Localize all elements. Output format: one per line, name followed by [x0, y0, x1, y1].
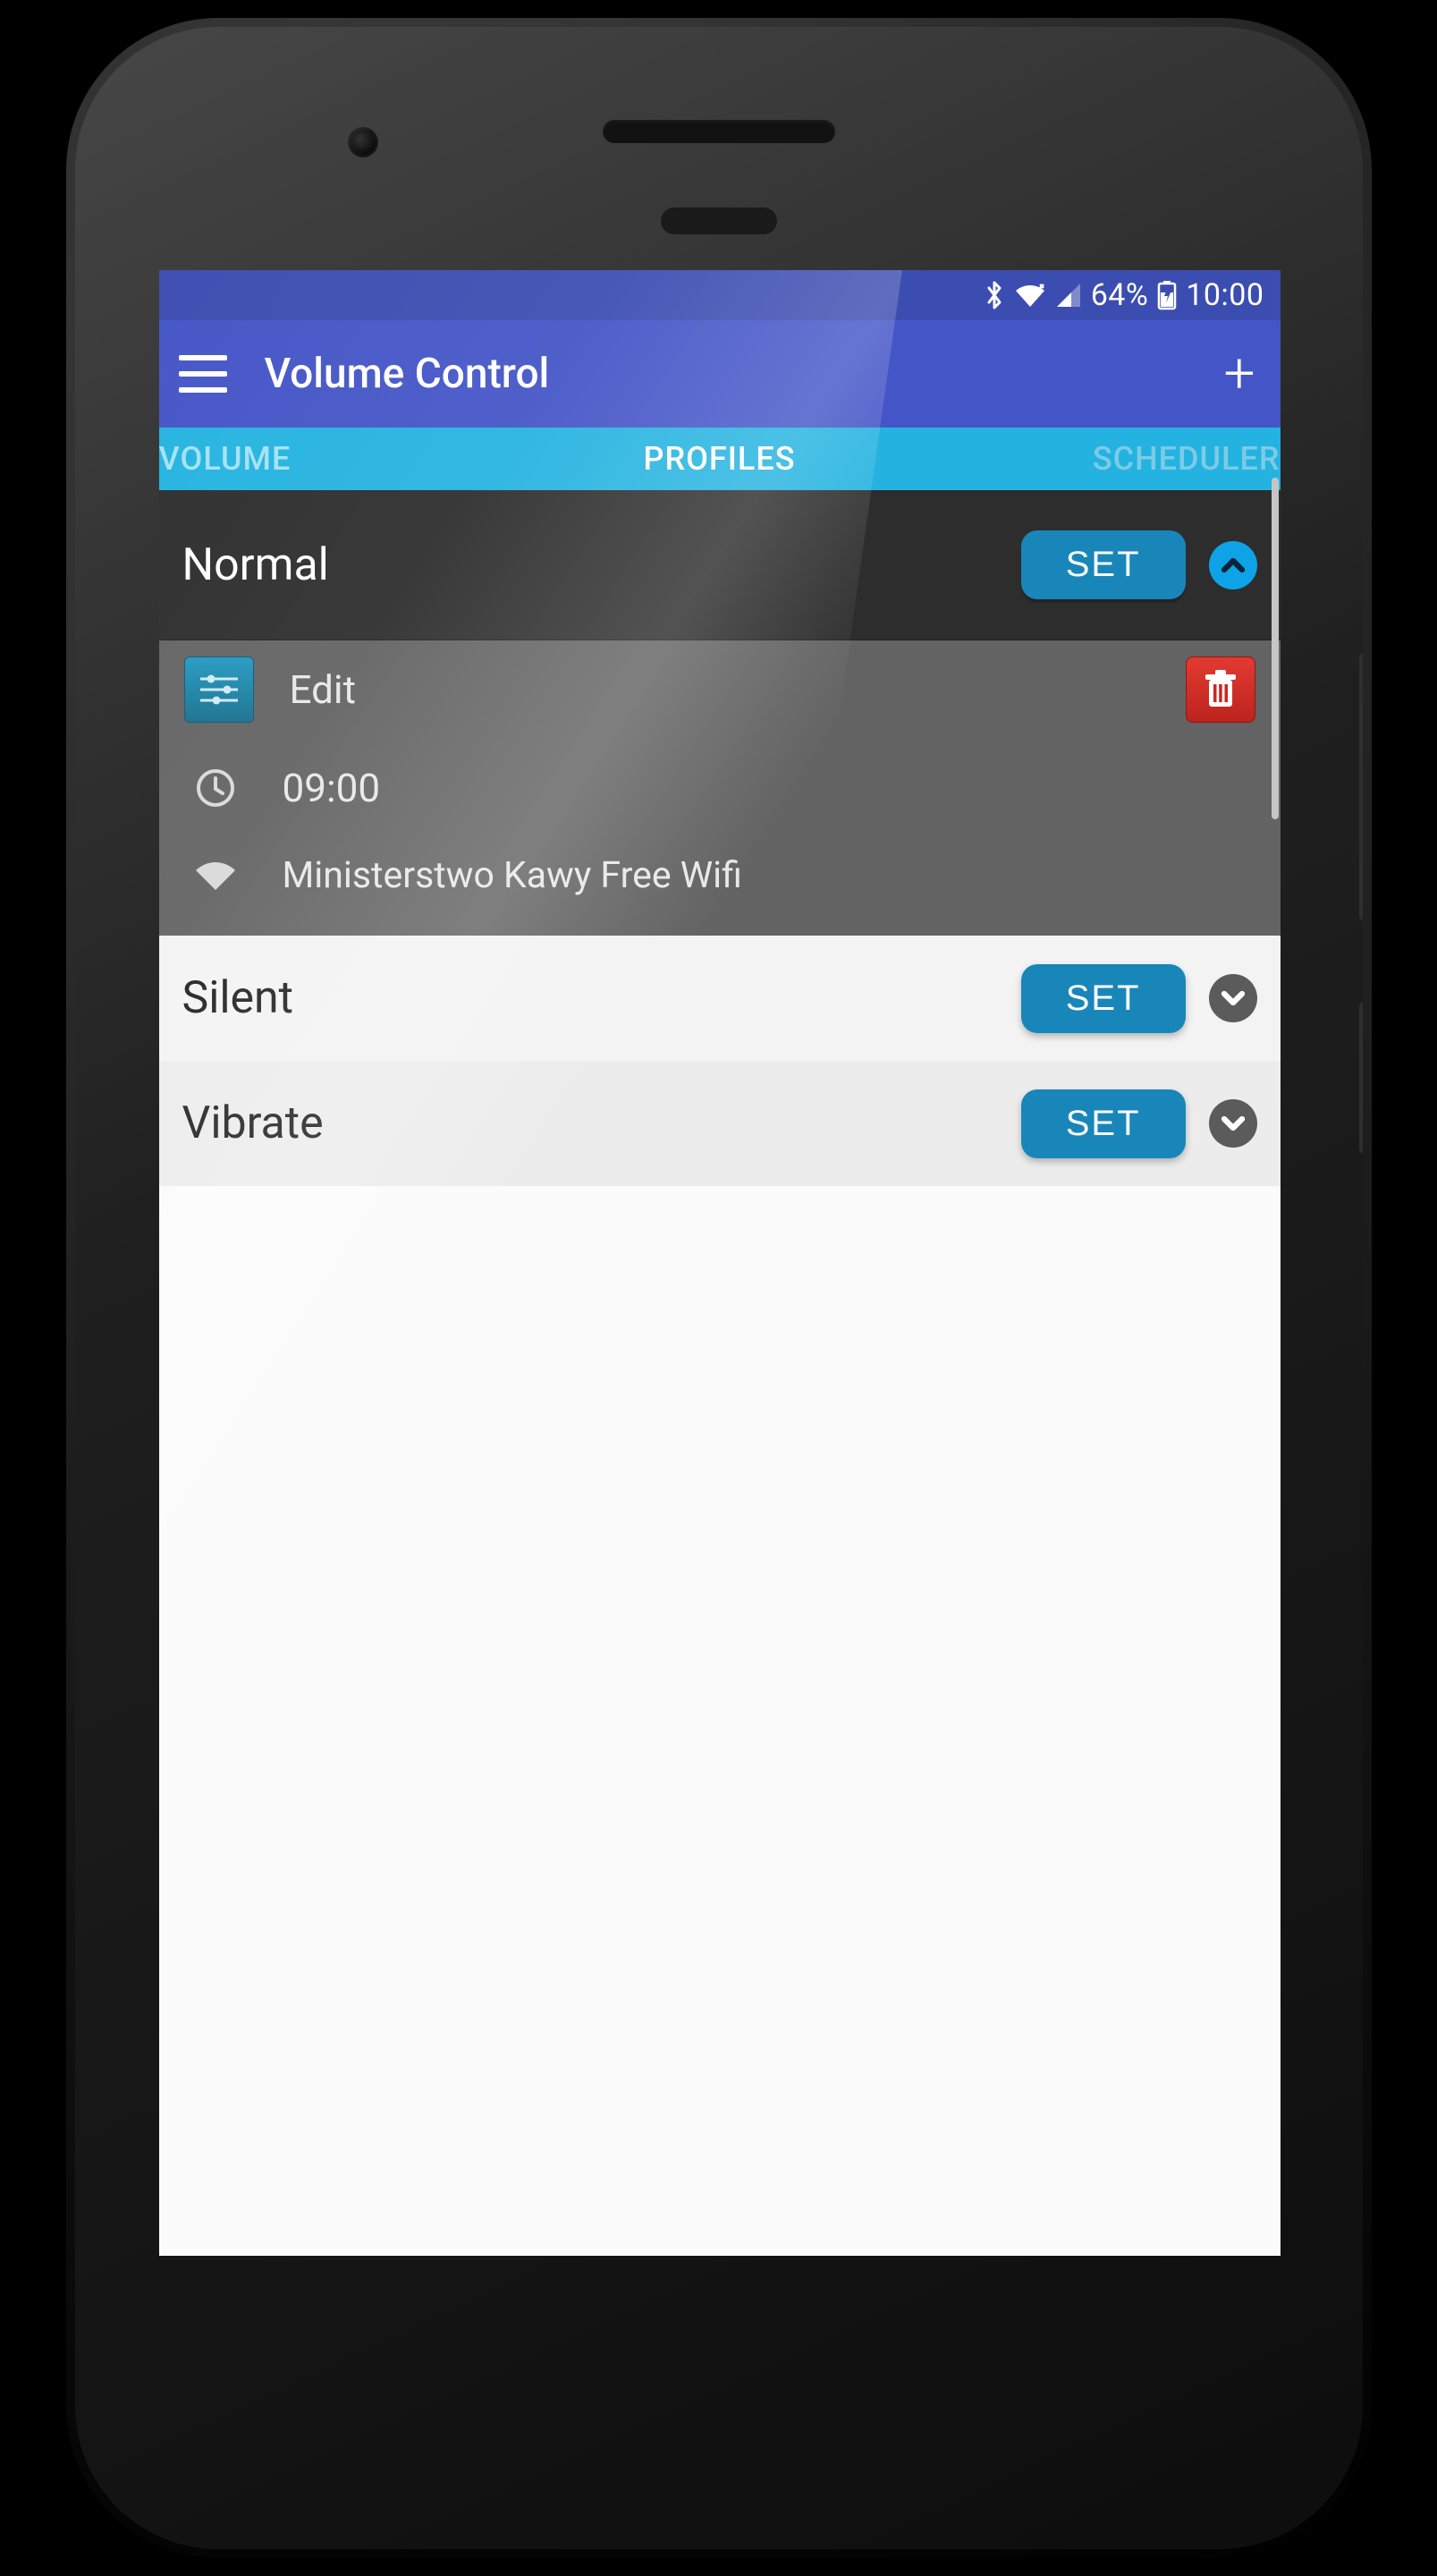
battery-icon	[1157, 280, 1177, 310]
profile-normal-expanded: Edit	[159, 640, 1281, 936]
wifi-label: Ministerstwo Kawy Free Wifi	[283, 854, 742, 897]
chevron-down-icon	[1220, 1110, 1247, 1137]
app-bar: Volume Control +	[159, 320, 1281, 428]
expand-button-vibrate[interactable]	[1209, 1099, 1257, 1148]
bluetooth-icon	[984, 279, 1005, 311]
scrollbar[interactable]	[1272, 478, 1279, 819]
chevron-up-icon	[1220, 552, 1247, 579]
profile-name-vibrate: Vibrate	[182, 1097, 998, 1149]
profile-row-silent: Silent SET	[159, 936, 1281, 1061]
profile-name-normal: Normal	[182, 539, 998, 591]
sliders-icon	[184, 657, 254, 723]
screen: 64% 10:00	[159, 270, 1281, 2256]
phone-inner: 64% 10:00	[75, 27, 1363, 2549]
set-button-silent[interactable]: SET	[1021, 964, 1186, 1033]
chevron-down-icon	[1220, 985, 1247, 1012]
sensor-slot	[661, 208, 777, 234]
expand-button-silent[interactable]	[1209, 974, 1257, 1022]
trash-icon	[1202, 669, 1239, 710]
front-camera	[348, 127, 378, 157]
delete-button[interactable]	[1186, 657, 1255, 723]
speaker-slot	[603, 120, 835, 143]
profile-row-vibrate: Vibrate SET	[159, 1061, 1281, 1186]
wifi-small-icon	[184, 846, 247, 905]
phone-frame: 64% 10:00	[66, 18, 1372, 2558]
side-button-power	[1359, 1002, 1363, 1154]
empty-area	[159, 1186, 1281, 2256]
tab-bar: VOLUME PROFILES SCHEDULER	[159, 428, 1281, 490]
edit-label: Edit	[290, 666, 357, 713]
wifi-row[interactable]: Ministerstwo Kawy Free Wifi	[159, 837, 1281, 936]
tab-scheduler[interactable]: SCHEDULER	[909, 440, 1281, 478]
clock-icon	[184, 758, 247, 818]
status-bar: 64% 10:00	[159, 270, 1281, 320]
signal-icon	[1055, 282, 1082, 309]
battery-percent: 64%	[1091, 277, 1149, 313]
set-button-normal[interactable]: SET	[1021, 530, 1186, 599]
hamburger-icon[interactable]	[179, 355, 227, 393]
tab-volume[interactable]: VOLUME	[159, 440, 531, 478]
profile-name-silent: Silent	[182, 972, 998, 1024]
wifi-icon	[1014, 282, 1046, 309]
side-button-volume	[1359, 653, 1363, 921]
tab-profiles[interactable]: PROFILES	[531, 440, 909, 478]
time-row[interactable]: 09:00	[159, 739, 1281, 837]
collapse-button-normal[interactable]	[1209, 541, 1257, 589]
time-label: 09:00	[283, 765, 381, 811]
set-button-vibrate[interactable]: SET	[1021, 1089, 1186, 1158]
clock-text: 10:00	[1186, 277, 1264, 313]
add-button[interactable]: +	[1218, 346, 1260, 402]
edit-row[interactable]: Edit	[159, 640, 1281, 739]
app-title: Volume Control	[265, 350, 1181, 398]
profile-row-normal: Normal SET	[159, 490, 1281, 640]
